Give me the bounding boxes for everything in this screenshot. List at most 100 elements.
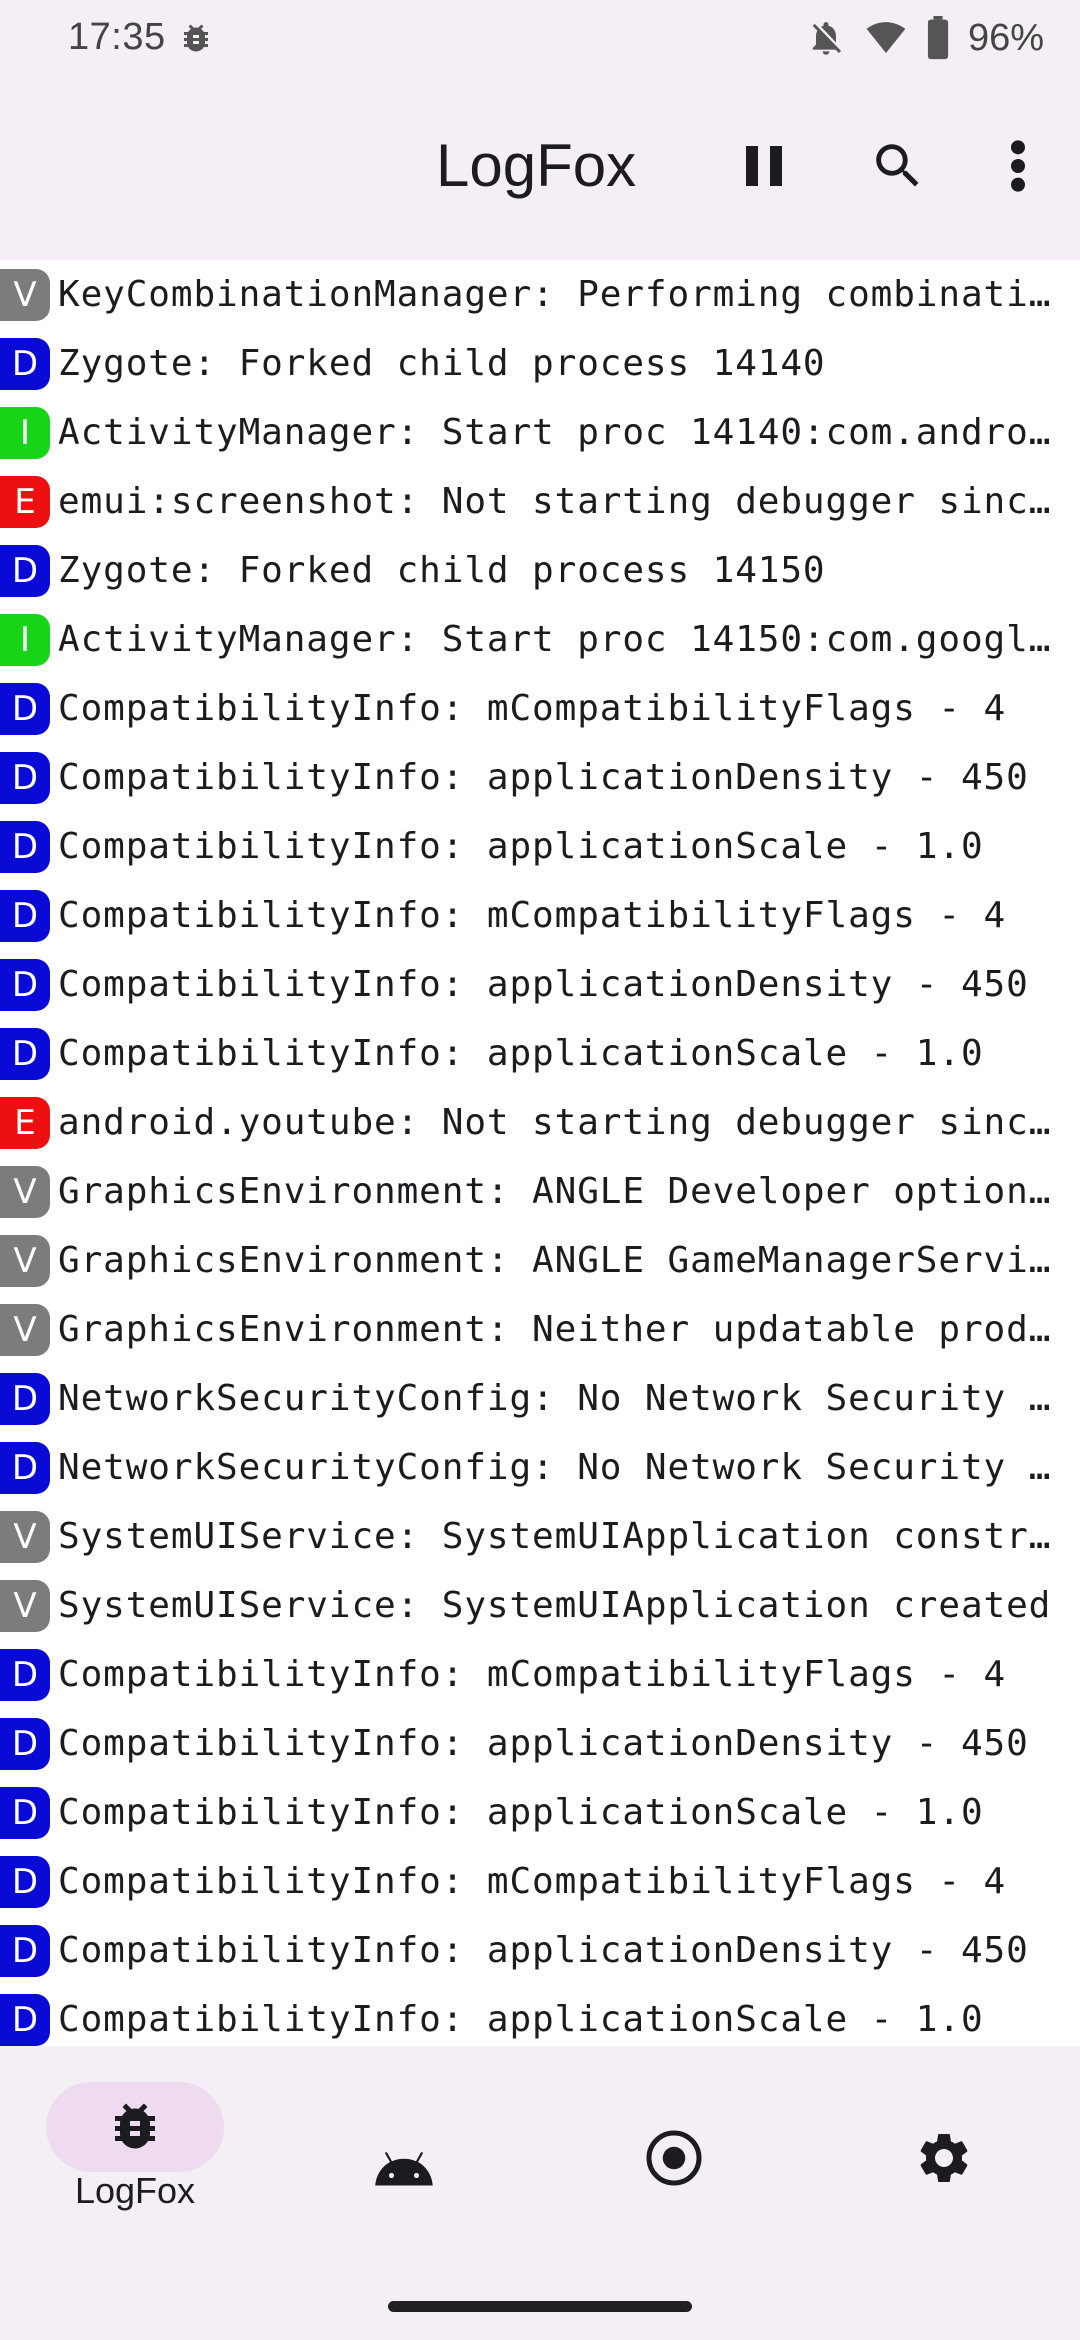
log-message: CompatibilityInfo: applicationDensity - … [58, 1930, 1029, 1971]
search-icon [876, 144, 919, 187]
log-row[interactable]: I ActivityManager: Start proc 14150:com.g… [0, 605, 1080, 674]
settings-icon [920, 2134, 968, 2182]
log-row[interactable]: V SystemUIService: SystemUIApplication cr… [0, 1571, 1080, 1640]
log-level-badge: D [0, 1372, 50, 1425]
log-row[interactable]: Eandroid.youtube: Not starting debugger … [0, 1088, 1080, 1157]
log-level-badge: D [0, 751, 50, 804]
log-level-badge: D [0, 820, 50, 873]
log-row[interactable]: D Zygote: Forked child process 14140 [0, 329, 1080, 398]
log-row[interactable]: D CompatibilityInfo: mCompatibilityFlags … [0, 881, 1080, 950]
log-level-badge: V [0, 1165, 50, 1218]
log-level-badge: E [0, 1096, 50, 1149]
log-level-badge: I [0, 613, 50, 666]
log-row[interactable]: D CompatibilityInfo: applicationScale - 1… [0, 812, 1080, 881]
log-message: CompatibilityInfo: applicationScale - 1.… [58, 1033, 984, 1074]
bug-icon [115, 2103, 155, 2149]
battery-icon [927, 16, 949, 60]
record-icon [646, 2130, 702, 2186]
wifi-icon [866, 22, 906, 53]
log-row[interactable]: D CompatibilityInfo: mCompatibilityFlags … [0, 1847, 1080, 1916]
log-row[interactable]: D CompatibilityInfo: applicationScale - 1… [0, 1019, 1080, 1088]
log-message: NetworkSecurityConfig: No Network Securi… [58, 1378, 1068, 1419]
log-message: CompatibilityInfo: applicationScale - 1.… [58, 1999, 984, 2040]
nav-label-logfox: LogFox [74, 2170, 196, 2211]
log-row[interactable]: D NetworkSecurityConfig: No Network Secur… [0, 1364, 1080, 1433]
log-message: Zygote: Forked child process 14140 [58, 343, 826, 384]
pause-icon [746, 146, 782, 186]
log-message: CompatibilityInfo: applicationScale - 1.… [58, 1792, 984, 1833]
log-message: CompatibilityInfo: mCompatibilityFlags -… [58, 1861, 1007, 1902]
log-level-badge: D [0, 1648, 50, 1701]
log-row[interactable]: V SystemUIService: SystemUIApplication co… [0, 1502, 1080, 1571]
log-message: GraphicsEnvironment: ANGLE Developer opt… [58, 1171, 1068, 1212]
log-message: emui:screenshot: Not starting debugger s… [58, 481, 1068, 522]
log-message: NetworkSecurityConfig: No Network Securi… [58, 1447, 1068, 1488]
log-level-badge: D [0, 1441, 50, 1494]
log-level-badge: I [0, 406, 50, 459]
log-row[interactable]: D CompatibilityInfo: applicationDensity -… [0, 1916, 1080, 1985]
log-level-badge: V [0, 1579, 50, 1632]
log-row[interactable]: D CompatibilityInfo: applicationDensity -… [0, 950, 1080, 1019]
log-level-badge: E [0, 475, 50, 528]
log-row[interactable]: V GraphicsEnvironment: ANGLE GameManagerS… [0, 1226, 1080, 1295]
log-message: CompatibilityInfo: mCompatibilityFlags -… [58, 688, 1007, 729]
log-row[interactable]: D Zygote: Forked child process 14150 [0, 536, 1080, 605]
battery-percentage: 96% [967, 16, 1044, 59]
log-level-badge: D [0, 1855, 50, 1908]
log-message: CompatibilityInfo: mCompatibilityFlags -… [58, 895, 1007, 936]
app-title: LogFox [436, 132, 637, 199]
log-row[interactable]: V GraphicsEnvironment: Neither updatable … [0, 1295, 1080, 1364]
log-message: GraphicsEnvironment: ANGLE GameManagerSe… [58, 1240, 1068, 1281]
pause-button[interactable] [712, 114, 816, 218]
status-time: 17:35 [68, 16, 166, 58]
log-row[interactable]: Eemui:screenshot: Not starting debugger … [0, 467, 1080, 536]
log-level-badge: V [0, 268, 50, 321]
log-row[interactable]: V KeyCombinationManager: Performing combi… [0, 260, 1080, 329]
status-icons: 96% [806, 16, 1044, 60]
log-level-badge: D [0, 1027, 50, 1080]
log-row[interactable]: D CompatibilityInfo: mCompatibilityFlags … [0, 674, 1080, 743]
log-message: CompatibilityInfo: mCompatibilityFlags -… [58, 1654, 1007, 1695]
log-level-badge: D [0, 337, 50, 390]
log-message: android.youtube: Not starting debugger s… [58, 1102, 1068, 1143]
log-message: Zygote: Forked child process 14150 [58, 550, 826, 591]
log-level-badge: D [0, 544, 50, 597]
home-indicator[interactable] [388, 2301, 692, 2312]
log-message: KeyCombinationManager: Performing combin… [58, 274, 1068, 315]
top-app-bar: LogFox [0, 78, 1080, 260]
more-options-button[interactable] [966, 114, 1070, 218]
log-level-badge: D [0, 1786, 50, 1839]
log-row[interactable]: V GraphicsEnvironment: ANGLE Developer op… [0, 1157, 1080, 1226]
android-icon [375, 2152, 433, 2186]
log-message: SystemUIService: SystemUIApplication cre… [58, 1585, 1052, 1626]
log-row[interactable]: D CompatibilityInfo: applicationDensity -… [0, 1709, 1080, 1778]
log-list[interactable]: V KeyCombinationManager: Performing combi… [0, 260, 1080, 2046]
log-row[interactable]: D CompatibilityInfo: mCompatibilityFlags … [0, 1640, 1080, 1709]
bell-off-icon [812, 22, 841, 55]
search-button[interactable] [846, 114, 950, 218]
log-level-badge: D [0, 958, 50, 1011]
log-level-badge: D [0, 1717, 50, 1770]
log-message: GraphicsEnvironment: Neither updatable p… [58, 1309, 1068, 1350]
log-level-badge: V [0, 1510, 50, 1563]
more-vert-icon [1011, 140, 1025, 192]
log-row[interactable]: D NetworkSecurityConfig: No Network Secur… [0, 1433, 1080, 1502]
bug-icon [184, 24, 208, 52]
log-row[interactable]: D CompatibilityInfo: applicationScale - 1… [0, 1985, 1080, 2046]
log-message: CompatibilityInfo: applicationDensity - … [58, 757, 1029, 798]
log-level-badge: D [0, 889, 50, 942]
log-message: ActivityManager: Start proc 14150:com.go… [58, 619, 1068, 660]
log-level-badge: D [0, 1993, 50, 2046]
log-level-badge: D [0, 1924, 50, 1977]
log-message: CompatibilityInfo: applicationDensity - … [58, 964, 1029, 1005]
log-message: SystemUIService: SystemUIApplication con… [58, 1516, 1068, 1557]
log-row[interactable]: D CompatibilityInfo: applicationScale - 1… [0, 1778, 1080, 1847]
log-level-badge: V [0, 1234, 50, 1287]
log-message: CompatibilityInfo: applicationDensity - … [58, 1723, 1029, 1764]
status-bar: 17:35 96% [0, 0, 1080, 78]
log-row[interactable]: I ActivityManager: Start proc 14140:com.a… [0, 398, 1080, 467]
log-level-badge: V [0, 1303, 50, 1356]
log-level-badge: D [0, 682, 50, 735]
log-message: ActivityManager: Start proc 14140:com.an… [58, 412, 1068, 453]
log-row[interactable]: D CompatibilityInfo: applicationDensity -… [0, 743, 1080, 812]
